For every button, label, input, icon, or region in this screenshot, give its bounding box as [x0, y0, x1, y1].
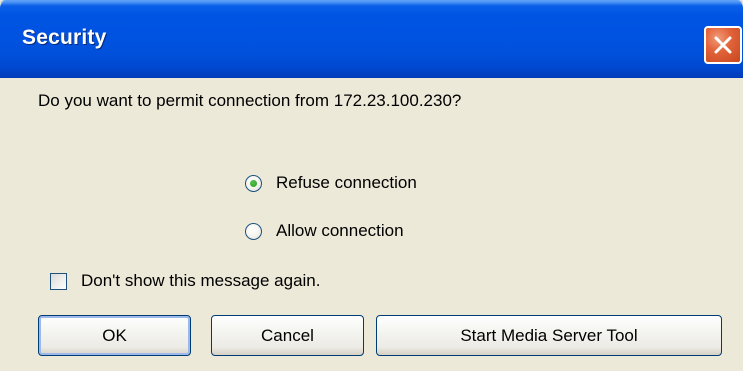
dont-show-again-label: Don't show this message again.: [81, 271, 321, 290]
window-title: Security: [22, 26, 107, 49]
ok-button[interactable]: OK: [38, 315, 191, 356]
cancel-button[interactable]: Cancel: [211, 315, 364, 356]
dont-show-again-checkbox[interactable]: [50, 272, 67, 290]
dont-show-again-option[interactable]: Don't show this message again.: [50, 271, 321, 291]
refuse-connection-option[interactable]: Refuse connection: [245, 173, 417, 193]
close-button[interactable]: [704, 26, 742, 64]
refuse-connection-label: Refuse connection: [276, 173, 417, 192]
dialog-body: Do you want to permit connection from 17…: [0, 78, 743, 371]
start-media-server-tool-button[interactable]: Start Media Server Tool: [376, 315, 722, 356]
allow-connection-option[interactable]: Allow connection: [245, 221, 404, 241]
close-icon: [714, 36, 732, 54]
allow-connection-label: Allow connection: [276, 221, 404, 240]
allow-connection-radio[interactable]: [245, 222, 262, 240]
refuse-connection-radio[interactable]: [245, 174, 262, 192]
connection-question: Do you want to permit connection from 17…: [38, 91, 462, 110]
title-bar[interactable]: Security: [0, 0, 743, 78]
security-dialog: Security Do you want to permit connectio…: [0, 0, 743, 371]
